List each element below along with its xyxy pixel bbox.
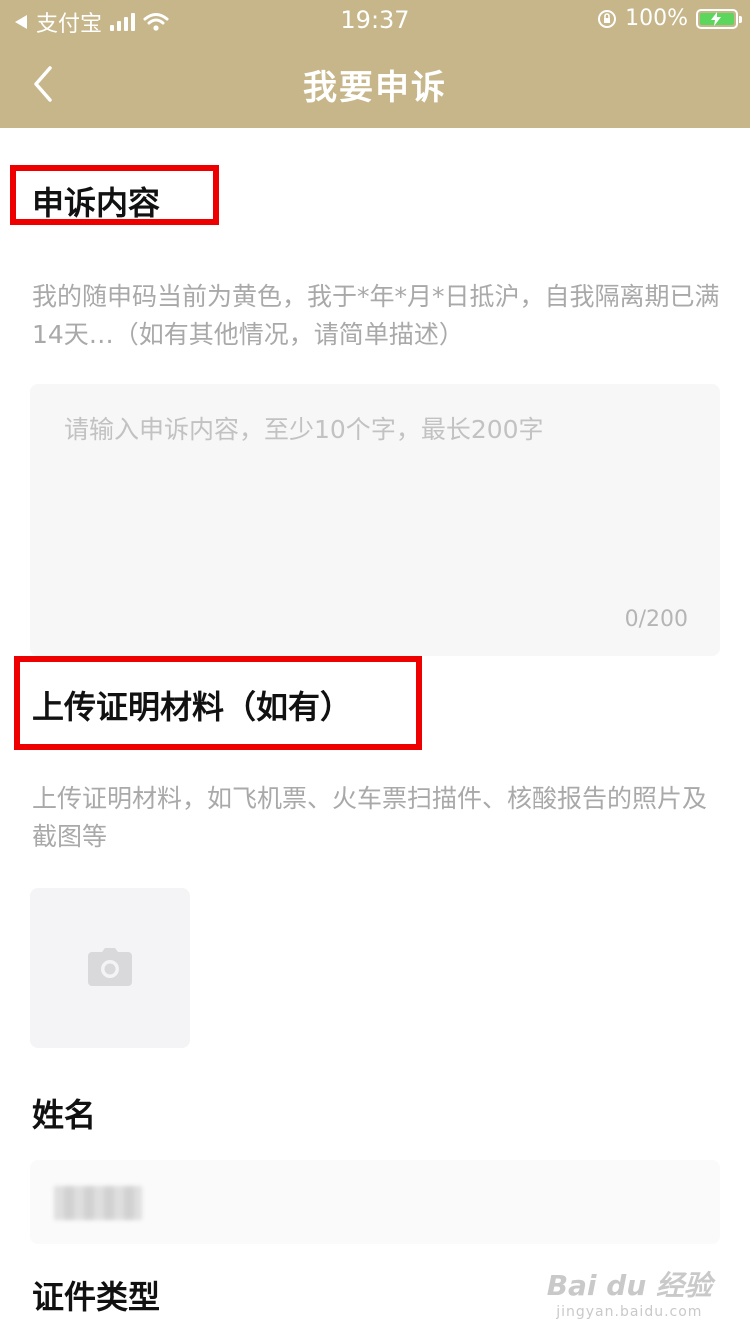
- char-counter: 0/200: [624, 607, 688, 632]
- page-title: 我要申诉: [303, 68, 447, 108]
- status-bar: 支付宝 19:37 100%: [0, 0, 750, 40]
- complaint-title: 申诉内容: [32, 184, 161, 222]
- name-title: 姓名: [32, 1096, 97, 1134]
- rotation-lock-icon: [598, 9, 617, 28]
- name-value-redacted: [54, 1186, 142, 1220]
- complaint-textarea-container[interactable]: 0/200: [30, 384, 720, 656]
- status-right: 100%: [597, 6, 742, 31]
- complaint-hint: 我的随申码当前为黄色，我于*年*月*日抵沪，自我隔离期已满14天…（如有其他情况…: [32, 282, 720, 349]
- name-input[interactable]: [30, 1160, 720, 1244]
- watermark-site: jingyan.baidu.com: [556, 1304, 703, 1320]
- id-type-title: 证件类型: [32, 1278, 161, 1316]
- camera-icon: [88, 948, 132, 986]
- upload-hint: 上传证明材料，如飞机票、火车票扫描件、核酸报告的照片及截图等: [32, 784, 708, 851]
- watermark: Bai du 经验 jingyan.baidu.com: [547, 1264, 712, 1320]
- complaint-textarea[interactable]: [62, 408, 686, 592]
- watermark-brand: Bai du 经验: [546, 1269, 712, 1302]
- battery-percent: 100%: [625, 6, 688, 31]
- upload-title: 上传证明材料（如有）: [32, 688, 353, 726]
- upload-photo-button[interactable]: [30, 888, 190, 1048]
- battery-icon: [696, 8, 742, 29]
- nav-bar: 我要申诉: [0, 40, 750, 128]
